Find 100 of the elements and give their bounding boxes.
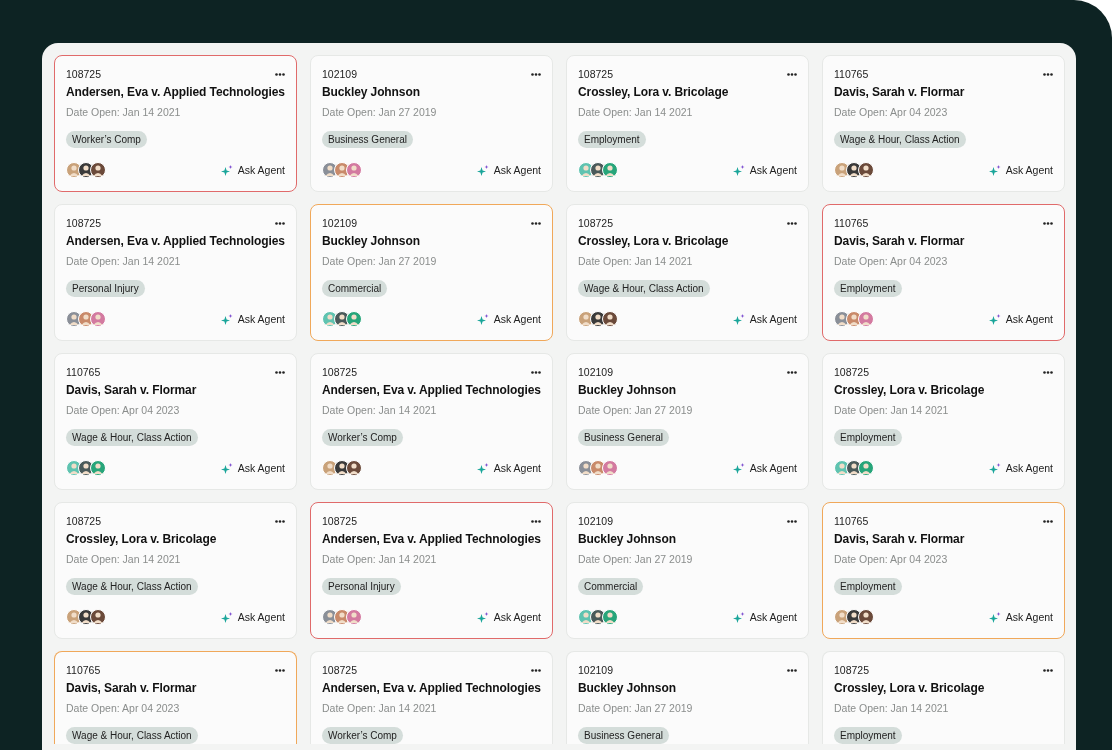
more-icon[interactable] [275, 519, 285, 523]
case-title: Andersen, Eva v. Applied Technologies [322, 382, 541, 398]
ask-agent-button[interactable]: Ask Agent [988, 164, 1053, 176]
case-number: 108725 [578, 68, 614, 80]
case-type-tag: Worker’s Comp [322, 727, 403, 744]
case-title: Andersen, Eva v. Applied Technologies [66, 84, 285, 100]
case-type-tag: Business General [578, 727, 669, 744]
case-card[interactable]: 108725 Andersen, Eva v. Applied Technologies Date Open: Jan 14 2021 Personal Injury Ask Agent [310, 502, 553, 639]
case-title: Andersen, Eva v. Applied Technologies [322, 680, 541, 696]
case-card[interactable]: 102109 Buckley Johnson Date Open: Jan 27 2019 Business General Ask Agent [566, 353, 809, 490]
ask-agent-button[interactable]: Ask Agent [220, 611, 285, 623]
ask-agent-button[interactable]: Ask Agent [220, 164, 285, 176]
case-type-tag: Worker’s Comp [66, 131, 147, 148]
case-number: 108725 [66, 515, 102, 527]
date-open: Date Open: Jan 14 2021 [322, 404, 438, 416]
ask-agent-button[interactable]: Ask Agent [476, 462, 541, 474]
case-card[interactable]: 110765 Davis, Sarah v. Flormar Date Open: Apr 04 2023 Employment Ask Agent [822, 502, 1065, 639]
case-card[interactable]: 108725 Andersen, Eva v. Applied Technologies Date Open: Jan 14 2021 Worker’s Comp Ask Agent [310, 353, 553, 490]
case-card[interactable]: 108725 Crossley, Lora v. Bricolage Date Open: Jan 14 2021 Wage & Hour, Class Action Ask Agent [54, 502, 297, 639]
more-icon[interactable] [787, 221, 797, 225]
more-icon[interactable] [531, 221, 541, 225]
case-title: Davis, Sarah v. Flormar [834, 531, 965, 547]
sparkle-icon [220, 462, 233, 474]
case-number: 102109 [322, 217, 358, 229]
sparkle-icon [988, 611, 1001, 623]
case-title: Crossley, Lora v. Bricolage [834, 382, 985, 398]
ask-agent-button[interactable]: Ask Agent [220, 313, 285, 325]
more-icon[interactable] [787, 370, 797, 374]
sparkle-icon [988, 462, 1001, 474]
more-icon[interactable] [531, 72, 541, 76]
case-card[interactable]: 108725 Crossley, Lora v. Bricolage Date Open: Jan 14 2021 Employment Ask Agent [822, 353, 1065, 490]
more-icon[interactable] [275, 370, 285, 374]
more-icon[interactable] [1043, 72, 1053, 76]
more-icon[interactable] [275, 668, 285, 672]
ask-agent-button[interactable]: Ask Agent [732, 611, 797, 623]
more-icon[interactable] [275, 221, 285, 225]
case-card[interactable]: 108725 Andersen, Eva v. Applied Technologies Date Open: Jan 14 2021 Personal Injury Ask Agent [54, 204, 297, 341]
case-type-tag: Commercial [322, 280, 388, 297]
case-card[interactable]: 108725 Crossley, Lora v. Bricolage Date Open: Jan 14 2021 Employment [822, 651, 1065, 744]
case-title: Buckley Johnson [322, 233, 420, 249]
sparkle-icon [476, 164, 489, 176]
more-icon[interactable] [787, 72, 797, 76]
ask-agent-button[interactable]: Ask Agent [988, 462, 1053, 474]
date-open: Date Open: Jan 14 2021 [834, 404, 950, 416]
case-type-tag: Wage & Hour, Class Action [66, 727, 198, 744]
ask-agent-button[interactable]: Ask Agent [476, 611, 541, 623]
more-icon[interactable] [275, 72, 285, 76]
case-card[interactable]: 102109 Buckley Johnson Date Open: Jan 27 2019 Business General [566, 651, 809, 744]
case-card[interactable]: 108725 Crossley, Lora v. Bricolage Date Open: Jan 14 2021 Employment Ask Agent [566, 55, 809, 192]
case-title: Davis, Sarah v. Flormar [834, 84, 965, 100]
ask-agent-button[interactable]: Ask Agent [732, 462, 797, 474]
ask-agent-button[interactable]: Ask Agent [732, 164, 797, 176]
case-number: 102109 [578, 366, 614, 378]
sparkle-icon [476, 313, 489, 325]
more-icon[interactable] [787, 519, 797, 523]
case-type-tag: Wage & Hour, Class Action [578, 280, 710, 297]
sparkle-icon [988, 164, 1001, 176]
case-type-tag: Business General [578, 429, 669, 446]
case-card[interactable]: 110765 Davis, Sarah v. Flormar Date Open: Apr 04 2023 Wage & Hour, Class Action Ask Agent [54, 353, 297, 490]
case-card[interactable]: 110765 Davis, Sarah v. Flormar Date Open: Apr 04 2023 Wage & Hour, Class Action Ask Agent [822, 55, 1065, 192]
more-icon[interactable] [1043, 221, 1053, 225]
more-icon[interactable] [1043, 668, 1053, 672]
case-number: 102109 [578, 664, 614, 676]
case-card[interactable]: 110765 Davis, Sarah v. Flormar Date Open: Apr 04 2023 Employment Ask Agent [822, 204, 1065, 341]
case-number: 102109 [578, 515, 614, 527]
more-icon[interactable] [1043, 519, 1053, 523]
case-title: Andersen, Eva v. Applied Technologies [66, 233, 285, 249]
ask-agent-button[interactable]: Ask Agent [988, 611, 1053, 623]
case-type-tag: Employment [578, 131, 646, 148]
case-number: 110765 [834, 515, 869, 527]
case-card[interactable]: 110765 Davis, Sarah v. Flormar Date Open: Apr 04 2023 Wage & Hour, Class Action [54, 651, 297, 744]
more-icon[interactable] [531, 370, 541, 374]
ask-agent-button[interactable]: Ask Agent [476, 164, 541, 176]
more-icon[interactable] [531, 519, 541, 523]
ask-agent-button[interactable]: Ask Agent [220, 462, 285, 474]
date-open: Date Open: Apr 04 2023 [834, 106, 949, 118]
ask-agent-button[interactable]: Ask Agent [988, 313, 1053, 325]
case-number: 110765 [66, 664, 101, 676]
date-open: Date Open: Jan 14 2021 [578, 106, 694, 118]
case-number: 110765 [834, 68, 869, 80]
case-card[interactable]: 102109 Buckley Johnson Date Open: Jan 27 2019 Commercial Ask Agent [566, 502, 809, 639]
date-open: Date Open: Jan 14 2021 [834, 702, 950, 714]
case-card[interactable]: 108725 Andersen, Eva v. Applied Technologies Date Open: Jan 14 2021 Worker’s Comp [310, 651, 553, 744]
ask-agent-button[interactable]: Ask Agent [732, 313, 797, 325]
case-number: 108725 [66, 217, 102, 229]
date-open: Date Open: Jan 14 2021 [66, 553, 182, 565]
case-number: 108725 [578, 217, 614, 229]
case-type-tag: Wage & Hour, Class Action [834, 131, 966, 148]
case-card[interactable]: 108725 Andersen, Eva v. Applied Technologies Date Open: Jan 14 2021 Worker’s Comp Ask Agent [54, 55, 297, 192]
case-card[interactable]: 102109 Buckley Johnson Date Open: Jan 27 2019 Commercial Ask Agent [310, 204, 553, 341]
more-icon[interactable] [531, 668, 541, 672]
case-card[interactable]: 102109 Buckley Johnson Date Open: Jan 27 2019 Business General Ask Agent [310, 55, 553, 192]
sparkle-icon [220, 313, 233, 325]
case-number: 108725 [322, 664, 358, 676]
ask-agent-button[interactable]: Ask Agent [476, 313, 541, 325]
case-card[interactable]: 108725 Crossley, Lora v. Bricolage Date Open: Jan 14 2021 Wage & Hour, Class Action Ask Agent [566, 204, 809, 341]
date-open: Date Open: Jan 27 2019 [322, 106, 438, 118]
more-icon[interactable] [1043, 370, 1053, 374]
more-icon[interactable] [787, 668, 797, 672]
case-number: 110765 [66, 366, 101, 378]
